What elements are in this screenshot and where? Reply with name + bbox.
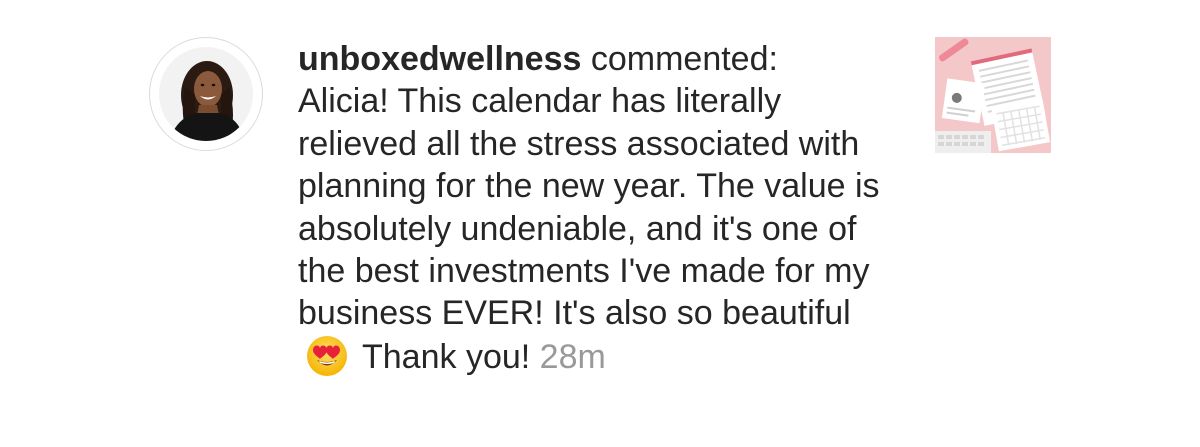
comment-text: unboxedwellness commented: Alicia! This c… bbox=[298, 38, 908, 378]
heart-eyes-emoji-icon bbox=[307, 335, 347, 376]
action-text: commented: bbox=[590, 40, 778, 78]
post-thumbnail[interactable] bbox=[935, 37, 1051, 153]
username-link[interactable]: unboxedwellness bbox=[298, 40, 581, 78]
comment-body: Alicia! This calendar has literally reli… bbox=[298, 82, 880, 333]
avatar[interactable] bbox=[149, 37, 263, 151]
timestamp: 28m bbox=[539, 337, 606, 376]
profile-photo bbox=[159, 47, 253, 141]
comment-notification[interactable]: unboxedwellness commented: Alicia! This c… bbox=[0, 0, 1200, 447]
comment-thanks: Thank you! bbox=[362, 337, 531, 376]
